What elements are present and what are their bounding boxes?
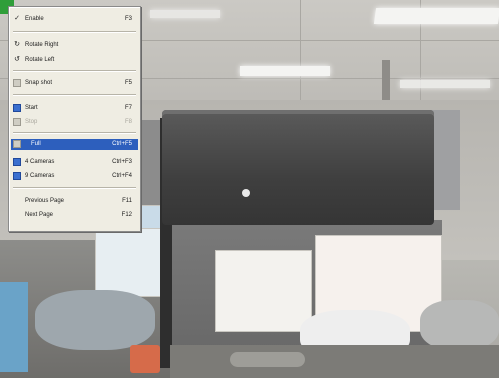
ceiling-grid-line — [300, 0, 301, 100]
ceiling-light — [240, 66, 330, 76]
menu-item-rotate-right[interactable]: ↻ Rotate Right — [11, 40, 138, 50]
rotate-right-icon: ↻ — [14, 41, 20, 48]
side-monitor — [0, 282, 28, 372]
menu-item-4-cameras[interactable]: 4 Cameras Ctrl+F3 — [11, 157, 138, 167]
nine-cameras-icon — [13, 172, 21, 180]
menu-separator — [13, 94, 136, 96]
ceiling-light — [373, 8, 499, 24]
checkmark-icon: ✓ — [14, 15, 20, 22]
ceiling-light — [400, 80, 490, 88]
desk-object — [130, 345, 160, 373]
rotate-left-icon: ↺ — [14, 56, 20, 63]
menu-item-start[interactable]: Start F7 — [11, 103, 138, 113]
desk-surface — [170, 345, 499, 378]
camera-context-menu: ✓ Enable F3 ↻ Rotate Right ↺ Rotate Left… — [8, 6, 141, 232]
start-icon — [13, 104, 21, 112]
menu-separator — [13, 31, 136, 33]
desk-clutter — [420, 300, 499, 350]
menu-separator — [13, 187, 136, 189]
menu-item-stop[interactable]: Stop F8 — [11, 117, 138, 127]
menu-separator — [13, 70, 136, 72]
wall-poster — [95, 225, 167, 297]
menu-item-9-cameras[interactable]: 9 Cameras Ctrl+F4 — [11, 171, 138, 181]
snapshot-icon — [13, 79, 21, 87]
ceiling-light — [150, 10, 220, 18]
menu-item-next-page[interactable]: Next Page F12 — [11, 210, 138, 220]
menu-item-snapshot[interactable]: Snap shot F5 — [11, 78, 138, 88]
pinned-document — [215, 250, 312, 332]
desk-clutter — [35, 290, 155, 350]
menu-item-full[interactable]: Full Ctrl+F5 — [11, 139, 138, 150]
menu-item-rotate-left[interactable]: ↺ Rotate Left — [11, 55, 138, 65]
menu-item-previous-page[interactable]: Previous Page F11 — [11, 196, 138, 206]
four-cameras-icon — [13, 158, 21, 166]
keyboard — [230, 352, 305, 367]
full-view-icon — [13, 140, 21, 148]
stop-icon — [13, 118, 21, 126]
menu-item-enable[interactable]: ✓ Enable F3 — [11, 14, 138, 24]
menu-separator — [13, 132, 136, 134]
cabinet-lock — [242, 189, 250, 197]
overhead-cabinet — [162, 110, 434, 225]
